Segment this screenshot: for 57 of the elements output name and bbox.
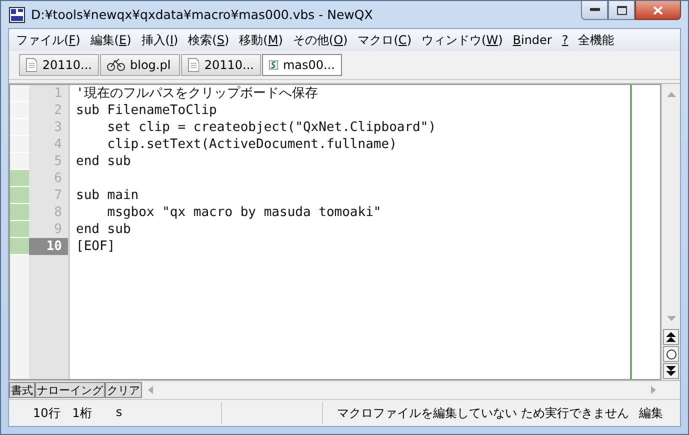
menu-item[interactable]: その他(O): [288, 32, 353, 48]
close-icon: [653, 6, 663, 14]
code-line: '現在のフルパスをクリップボードへ保存: [75, 85, 318, 102]
file-tab[interactable]: blog.pl: [100, 54, 180, 76]
line-number: 8: [29, 204, 70, 221]
file-tab[interactable]: 20110...: [181, 54, 261, 76]
line-number: 3: [29, 119, 70, 136]
menu-item[interactable]: 編集(E): [85, 32, 136, 48]
center-button[interactable]: [663, 346, 679, 362]
menu-item[interactable]: 挿入(I): [136, 32, 184, 48]
maximize-icon: [616, 6, 626, 14]
minimize-button[interactable]: [581, 1, 608, 20]
code-line: clip.setText(ActiveDocument.fullname): [106, 136, 397, 153]
line-number: 10: [29, 238, 70, 255]
code-line: msgbox "qx macro by masuda tomoaki": [106, 204, 382, 221]
toolbar-button[interactable]: ナローイング: [35, 382, 105, 398]
status-message: マクロファイルを編集していない ため実行できません: [337, 404, 629, 422]
line-number: 1: [29, 85, 70, 102]
code-line: [EOF]: [75, 238, 116, 255]
line-number: 4: [29, 136, 70, 153]
code-line: end sub: [75, 221, 131, 238]
line-number: 6: [29, 170, 70, 187]
code-line: sub main: [75, 187, 139, 204]
menu-item[interactable]: マクロ(C): [352, 32, 416, 48]
line-number: 7: [29, 187, 70, 204]
menu-item[interactable]: 検索(S): [183, 32, 234, 48]
menu-item[interactable]: ファイル(F): [11, 32, 86, 48]
jump-bottom-button[interactable]: [663, 363, 679, 379]
file-tab[interactable]: mas00...: [262, 54, 342, 76]
line-number: 5: [29, 153, 70, 170]
window-title: D:¥tools¥newqx¥qxdata¥macro¥mas000.vbs - NewQX: [31, 7, 373, 22]
toolbar-button[interactable]: 書式: [9, 382, 35, 398]
minimize-icon: [590, 8, 600, 12]
menu-item[interactable]: 全機能: [573, 32, 620, 48]
column-indicator: 1桁: [72, 404, 92, 422]
menu-item[interactable]: ウィンドウ(W): [416, 32, 508, 48]
code-line: end sub: [75, 153, 131, 170]
line-number: 9: [29, 221, 70, 238]
menu-item[interactable]: ?: [556, 33, 574, 47]
mode-indicator: s: [116, 404, 122, 420]
code-line: sub FilenameToClip: [75, 102, 217, 119]
line-number: 2: [29, 102, 70, 119]
menu-item[interactable]: 移動(M): [234, 32, 288, 48]
menu-item[interactable]: Binder: [508, 33, 557, 47]
vertical-scrollbar[interactable]: [661, 84, 680, 380]
document-icon: [26, 57, 38, 73]
edit-state: 編集: [638, 404, 663, 422]
jump-top-button[interactable]: [663, 329, 679, 345]
document-icon: [188, 57, 200, 73]
file-tab[interactable]: 20110...: [19, 54, 99, 76]
close-button[interactable]: [635, 1, 681, 20]
app-icon: [9, 6, 25, 22]
maximize-button[interactable]: [608, 1, 635, 20]
toolbar-button[interactable]: クリア: [105, 382, 142, 398]
bicycle-icon: [107, 58, 125, 72]
line-indicator: 10行: [33, 404, 60, 422]
code-line: set clip = createobject("QxNet.Clipboard"): [106, 119, 436, 136]
